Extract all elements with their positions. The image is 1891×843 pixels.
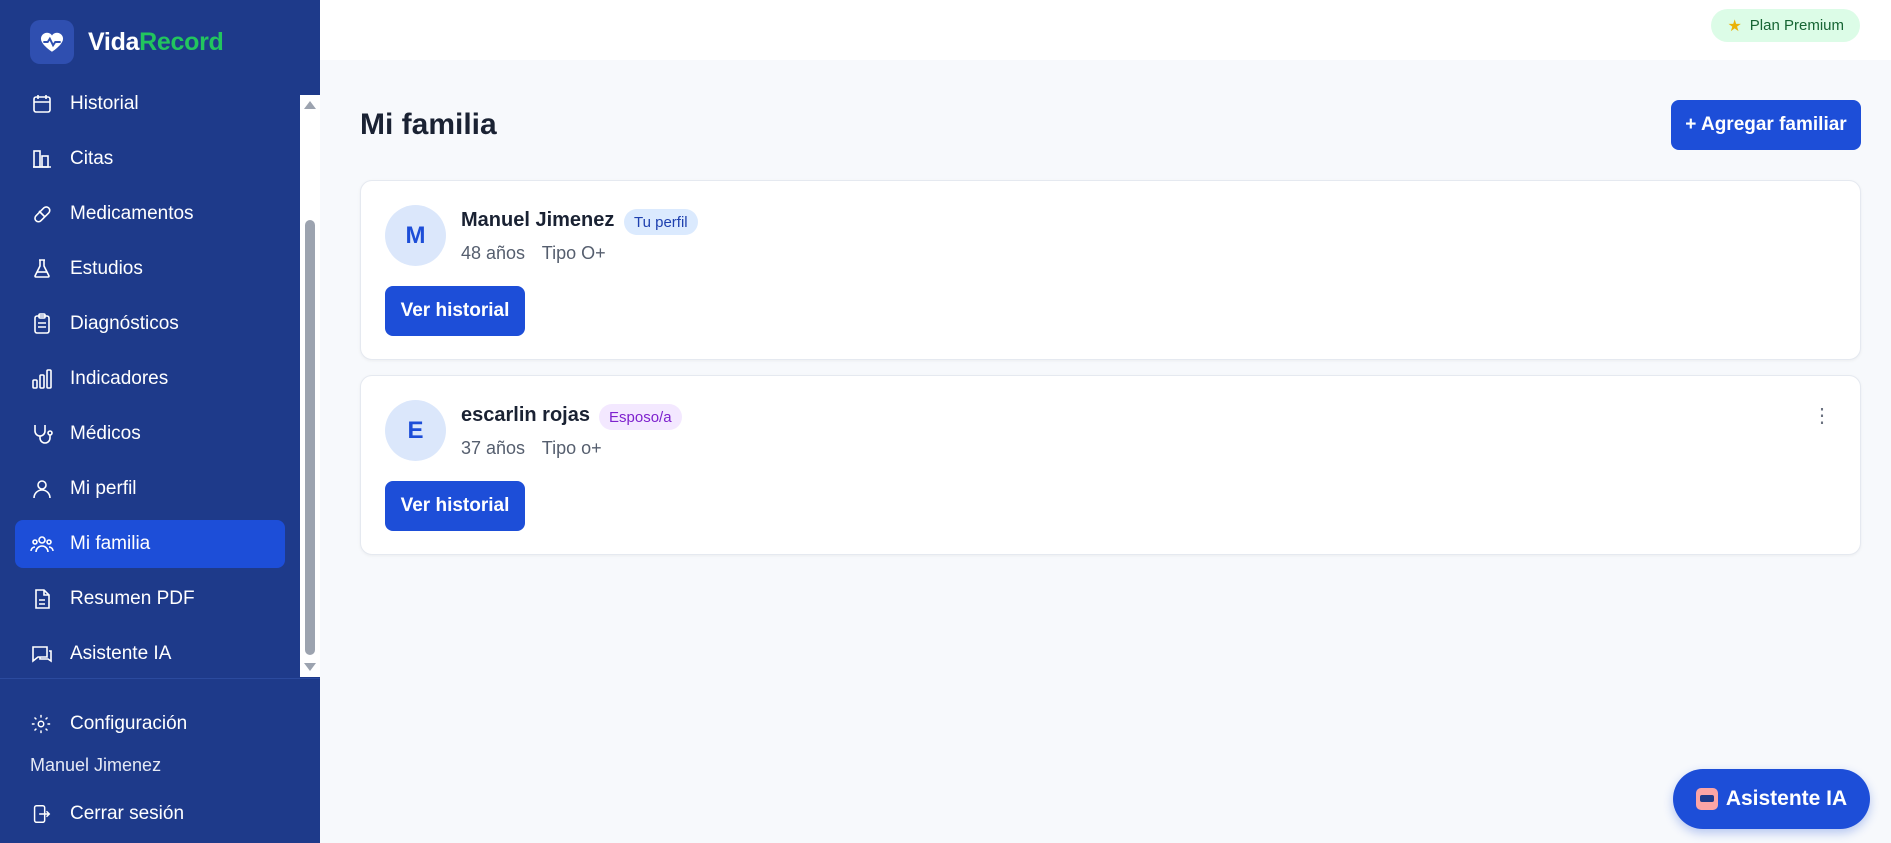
sidebar-item-asistente-ia[interactable]: Asistente IA (15, 630, 285, 678)
building-icon (33, 150, 51, 168)
plan-badge[interactable]: ★ Plan Premium (1711, 9, 1860, 42)
chat-icon (32, 646, 52, 663)
logout-label: Cerrar sesión (70, 803, 185, 824)
scroll-up-arrow-icon[interactable] (304, 101, 316, 109)
sidebar-item-citas[interactable]: Citas (15, 135, 285, 183)
clipboard-icon (34, 313, 50, 334)
sidebar-item-label: Diagnósticos (70, 313, 179, 334)
avatar: E (385, 400, 446, 461)
sidebar-item-label: Resumen PDF (70, 588, 195, 609)
users-icon (30, 536, 54, 553)
view-history-button[interactable]: Ver historial (385, 286, 525, 336)
sidebar-divider (0, 678, 320, 679)
brand[interactable]: VidaRecord (30, 20, 224, 64)
bar-chart-icon (32, 369, 52, 389)
view-history-button[interactable]: Ver historial (385, 481, 525, 531)
stethoscope-icon (34, 425, 53, 444)
pill-icon (34, 206, 51, 223)
sidebar-item-mi-perfil[interactable]: Mi perfil (15, 465, 285, 513)
sidebar-item-label: Mi familia (70, 533, 151, 554)
relationship-badge: Esposo/a (599, 404, 682, 430)
sidebar: VidaRecord Historial Citas Medicamentos … (0, 0, 320, 843)
member-age: 37 años (461, 438, 526, 458)
add-family-member-button[interactable]: + Agregar familiar (1671, 100, 1861, 150)
current-user-name: Manuel Jimenez (30, 755, 162, 775)
plan-label: Plan Premium (1749, 17, 1844, 34)
sidebar-item-label: Historial (70, 93, 139, 114)
sidebar-item-label: Asistente IA (70, 643, 172, 664)
gear-icon (31, 714, 51, 734)
relationship-badge: Tu perfil (624, 209, 698, 235)
settings-label: Configuración (70, 713, 188, 734)
top-bar: ★ Plan Premium (320, 0, 1891, 60)
member-name: Manuel Jimenez (461, 209, 615, 231)
family-member-card: M Manuel Jimenez Tu perfil 48 años Tipo … (360, 180, 1861, 360)
flask-icon (34, 259, 50, 278)
assistant-fab-button[interactable]: Asistente IA (1673, 769, 1870, 829)
brand-name: VidaRecord (88, 27, 224, 56)
sidebar-item-medicamentos[interactable]: Medicamentos (15, 190, 285, 238)
family-member-card: E escarlin rojas Esposo/a 37 años Tipo o… (360, 375, 1861, 555)
sidebar-item-label: Médicos (70, 423, 141, 444)
page-title: Mi familia (360, 108, 497, 141)
sidebar-item-diagnosticos[interactable]: Diagnósticos (15, 300, 285, 348)
logout-button[interactable]: Cerrar sesión (15, 790, 285, 838)
sidebar-item-label: Estudios (70, 258, 143, 279)
scroll-down-arrow-icon[interactable] (304, 663, 316, 671)
member-meta: 48 años Tipo O+ (461, 243, 618, 264)
member-blood-type: Tipo O+ (541, 243, 606, 263)
assistant-fab-label: Asistente IA (1725, 787, 1848, 810)
member-meta: 37 años Tipo o+ (461, 438, 614, 459)
member-name: escarlin rojas (461, 404, 590, 426)
calendar-icon (33, 95, 51, 113)
sidebar-item-mi-familia[interactable]: Mi familia (15, 520, 285, 568)
member-blood-type: Tipo o+ (541, 438, 602, 458)
sidebar-item-label: Medicamentos (70, 203, 194, 224)
more-options-icon[interactable]: ⋮ (1812, 406, 1832, 436)
member-age: 48 años (461, 243, 526, 263)
user-icon (33, 480, 51, 499)
sidebar-nav: Historial Citas Medicamentos Estudios Di… (0, 75, 300, 678)
avatar: M (385, 205, 446, 266)
sidebar-item-medicos[interactable]: Médicos (15, 410, 285, 458)
settings-link[interactable]: Configuración (15, 700, 285, 748)
sidebar-item-indicadores[interactable]: Indicadores (15, 355, 285, 403)
sidebar-item-resumen-pdf[interactable]: Resumen PDF (15, 575, 285, 623)
file-icon (35, 589, 50, 609)
heart-pulse-icon (30, 20, 74, 64)
robot-icon (1695, 788, 1718, 810)
star-icon: ★ (1727, 17, 1742, 35)
sidebar-item-estudios[interactable]: Estudios (15, 245, 285, 293)
scroll-thumb[interactable] (305, 220, 315, 655)
logout-icon (33, 805, 51, 823)
sidebar-scrollbar[interactable] (300, 95, 320, 677)
sidebar-item-historial[interactable]: Historial (15, 80, 285, 128)
sidebar-item-label: Citas (70, 148, 114, 169)
sidebar-item-label: Mi perfil (70, 478, 137, 499)
sidebar-item-label: Indicadores (70, 368, 169, 389)
